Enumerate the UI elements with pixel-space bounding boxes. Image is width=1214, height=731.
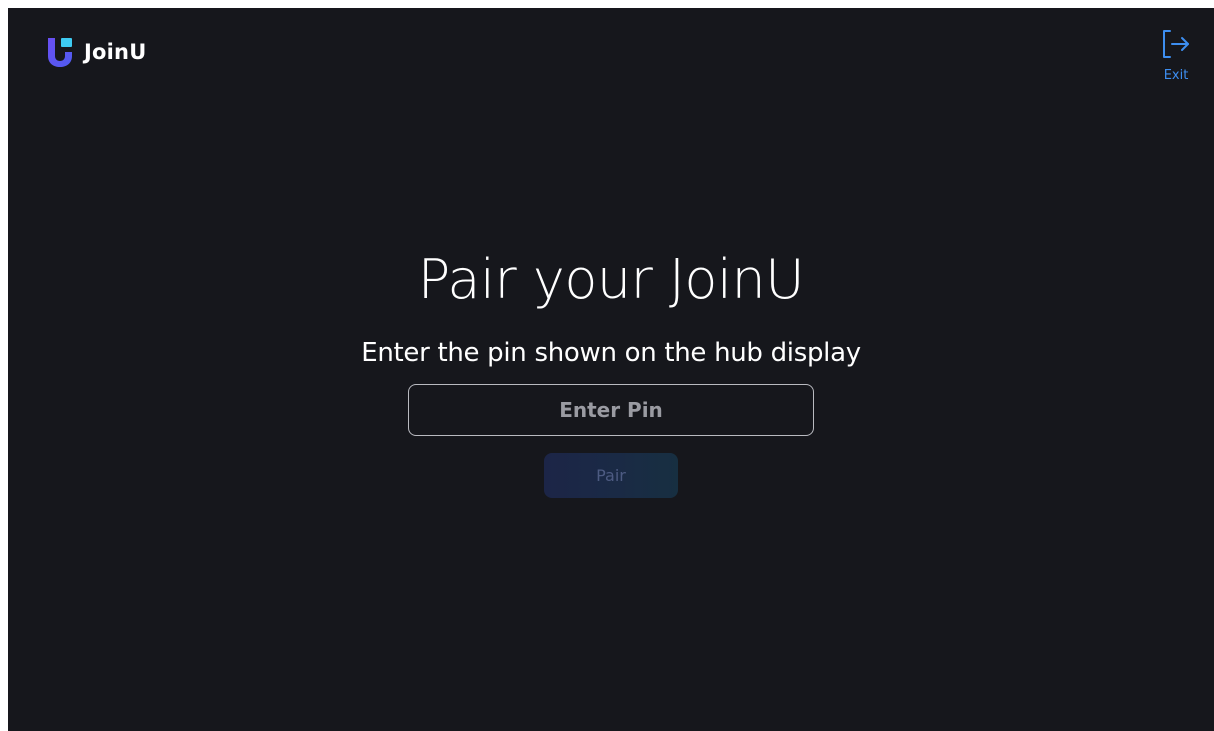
- pair-button[interactable]: Pair: [544, 453, 678, 498]
- joinu-logo-icon: [48, 38, 72, 67]
- pairing-screen: JoinU Exit Pair your JoinU Enter the pin…: [8, 8, 1214, 731]
- page-title: Pair your JoinU: [417, 248, 805, 311]
- app-logo: JoinU: [46, 36, 146, 68]
- pin-input[interactable]: [408, 384, 814, 436]
- exit-arrow-icon: [1163, 30, 1189, 58]
- pairing-form: Pair your JoinU Enter the pin shown on t…: [8, 244, 1214, 498]
- exit-button[interactable]: Exit: [1160, 28, 1192, 83]
- exit-label: Exit: [1163, 68, 1189, 83]
- page-subtitle: Enter the pin shown on the hub display: [361, 338, 861, 368]
- app-name: JoinU: [84, 40, 147, 64]
